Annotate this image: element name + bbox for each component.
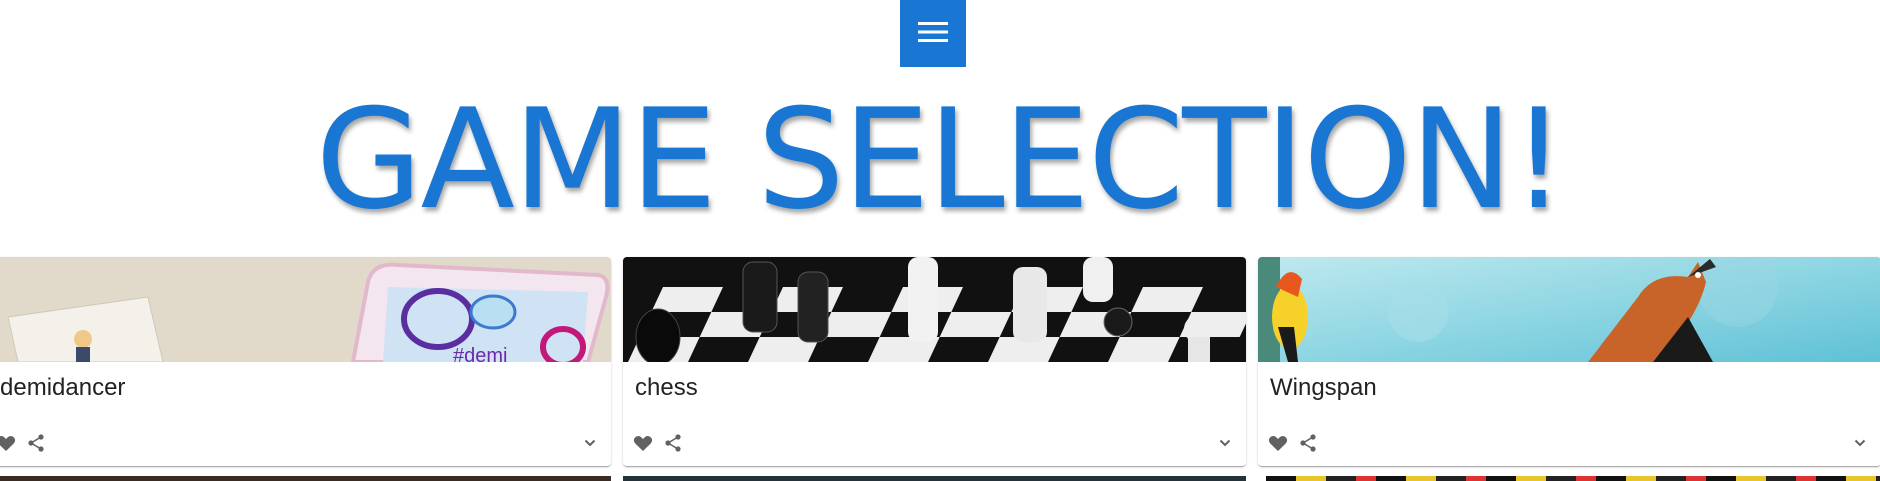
svg-text:#demi: #demi: [453, 345, 507, 362]
card-image-demidancer: #demi: [0, 257, 611, 362]
card-title: chess: [635, 374, 698, 401]
card-actions: [623, 427, 1246, 457]
card-title: demidancer: [0, 374, 126, 401]
heart-icon[interactable]: [0, 431, 18, 455]
card-title: Wingspan: [1270, 374, 1377, 401]
game-card-chess[interactable]: chess: [623, 257, 1246, 466]
next-card-image: [0, 476, 611, 481]
game-card-wingspan[interactable]: Wingspan: [1258, 257, 1880, 466]
menu-button[interactable]: [900, 0, 966, 67]
next-card-image: [1266, 476, 1880, 481]
hamburger-menu-icon: [918, 21, 948, 46]
next-card-image: [623, 476, 1246, 481]
page-title: GAME SELECTION!: [315, 86, 1567, 234]
card-image-wingspan: [1258, 257, 1880, 362]
card-actions: [1258, 427, 1880, 457]
expand-icon[interactable]: [1848, 431, 1872, 455]
game-card-demidancer[interactable]: #demi demidancer: [0, 257, 611, 466]
share-icon[interactable]: [661, 431, 685, 455]
card-image-chess: [623, 257, 1246, 362]
expand-icon[interactable]: [1213, 431, 1237, 455]
heart-icon[interactable]: [631, 431, 655, 455]
share-icon[interactable]: [1296, 431, 1320, 455]
share-icon[interactable]: [24, 431, 48, 455]
card-actions: [0, 427, 611, 457]
expand-icon[interactable]: [578, 431, 602, 455]
heart-icon[interactable]: [1266, 431, 1290, 455]
